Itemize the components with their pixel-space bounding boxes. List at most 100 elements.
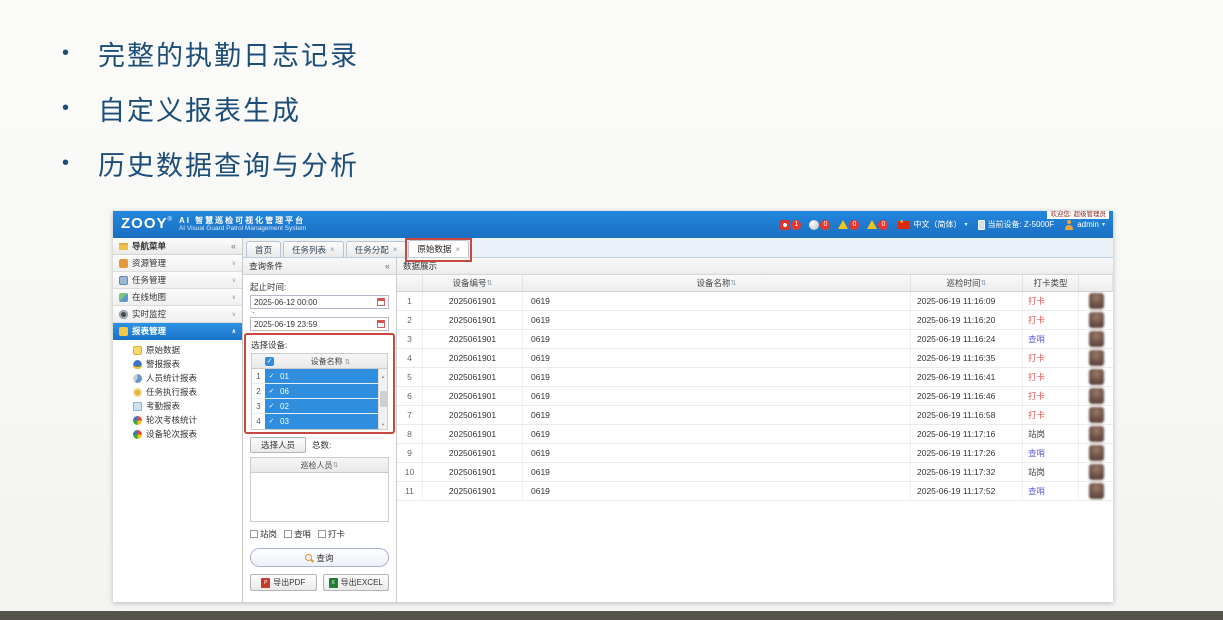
language-selector[interactable]: 中文（简体）: [898, 219, 967, 230]
close-tab-icon[interactable]: [393, 245, 398, 254]
photo-cell[interactable]: [1079, 349, 1113, 367]
device-name-column-header[interactable]: 设备名称: [523, 275, 911, 291]
checkbox-unchecked-icon[interactable]: [250, 530, 258, 538]
sidebar-item-icon: [119, 259, 128, 268]
tab[interactable]: 首页: [246, 241, 281, 257]
checkbox-unchecked-icon[interactable]: [284, 530, 292, 538]
patrol-time-column-header[interactable]: 巡检时间: [911, 275, 1023, 291]
table-row[interactable]: 11 2025061901 0619 2025-06-19 11:17:52 查…: [397, 482, 1113, 501]
checkbox-checked-icon[interactable]: [267, 417, 276, 426]
device-row-selected[interactable]: 06: [265, 384, 378, 398]
calendar-icon[interactable]: [377, 298, 385, 306]
photo-cell[interactable]: [1079, 292, 1113, 310]
export-row: 导出PDF 导出EXCEL: [250, 574, 389, 591]
device-row[interactable]: 1 01: [252, 369, 378, 384]
query-button[interactable]: 查询: [250, 548, 389, 567]
sidebar-item[interactable]: 实时监控: [113, 306, 242, 323]
type-checkbox[interactable]: 站岗: [250, 528, 277, 540]
photo-cell[interactable]: [1079, 463, 1113, 481]
table-row[interactable]: 7 2025061901 0619 2025-06-19 11:16:58 打卡: [397, 406, 1113, 425]
table-row[interactable]: 3 2025061901 0619 2025-06-19 11:16:24 查哨: [397, 330, 1113, 349]
photo-cell[interactable]: [1079, 425, 1113, 443]
type-checkbox[interactable]: 打卡: [318, 528, 345, 540]
export-pdf-button[interactable]: 导出PDF: [250, 574, 317, 591]
checkbox-unchecked-icon[interactable]: [318, 530, 326, 538]
select-all-checkbox-icon[interactable]: [265, 357, 274, 366]
notification-badge[interactable]: 0: [838, 220, 859, 230]
sidebar-item[interactable]: 任务管理: [113, 272, 242, 289]
submenu-item[interactable]: 人员统计报表: [113, 371, 242, 385]
scrollbar-thumb[interactable]: [380, 391, 387, 407]
device-row[interactable]: 2 06: [252, 384, 378, 399]
avatar: [1089, 483, 1104, 499]
photo-cell[interactable]: [1079, 311, 1113, 329]
row-number: 2: [397, 311, 423, 329]
table-row[interactable]: 5 2025061901 0619 2025-06-19 11:16:41 打卡: [397, 368, 1113, 387]
start-time-input[interactable]: 2025-06-12 00:00: [250, 295, 389, 309]
type-checkbox-label: 打卡: [328, 528, 345, 540]
notification-badge[interactable]: 0: [867, 220, 888, 230]
submenu-item-label: 设备轮次报表: [146, 428, 197, 440]
calendar-icon[interactable]: [377, 320, 385, 328]
table-row[interactable]: 1 2025061901 0619 2025-06-19 11:16:09 打卡: [397, 292, 1113, 311]
photo-cell[interactable]: [1079, 482, 1113, 500]
user-menu[interactable]: admin: [1064, 220, 1105, 230]
submenu-item[interactable]: 警报报表: [113, 357, 242, 371]
table-row[interactable]: 9 2025061901 0619 2025-06-19 11:17:26 查哨: [397, 444, 1113, 463]
tab[interactable]: 任务分配: [346, 241, 407, 257]
device-row-selected[interactable]: 02: [265, 399, 378, 413]
checkbox-checked-icon[interactable]: [267, 402, 276, 411]
sidebar-item[interactable]: 报表管理: [113, 323, 242, 340]
table-row[interactable]: 8 2025061901 0619 2025-06-19 11:17:16 站岗: [397, 425, 1113, 444]
device-row-selected[interactable]: 01: [265, 369, 378, 383]
photo-cell[interactable]: [1079, 368, 1113, 386]
table-row[interactable]: 2 2025061901 0619 2025-06-19 11:16:20 打卡: [397, 311, 1113, 330]
end-time-input[interactable]: 2025-06-19 23:59: [250, 317, 389, 331]
tab[interactable]: 原始数据: [408, 240, 469, 257]
notification-badge[interactable]: 0: [809, 220, 830, 230]
export-excel-button[interactable]: 导出EXCEL: [323, 574, 390, 591]
device-scrollbar[interactable]: [378, 369, 387, 429]
sidebar-submenu: 原始数据 警报报表 人员统计报表: [113, 340, 242, 441]
checkbox-checked-icon[interactable]: [267, 372, 276, 381]
photo-cell[interactable]: [1079, 406, 1113, 424]
collapse-panel-icon[interactable]: [385, 261, 390, 271]
collapse-sidebar-icon[interactable]: [231, 241, 236, 251]
photo-cell[interactable]: [1079, 330, 1113, 348]
device-row-selected[interactable]: 03: [265, 414, 378, 429]
photo-cell[interactable]: [1079, 387, 1113, 405]
current-device[interactable]: 当前设备: Z-5000F: [978, 219, 1055, 230]
notification-badge[interactable]: 1: [780, 220, 801, 230]
device-no-cell: 2025061901: [423, 463, 523, 481]
submenu-item[interactable]: 任务执行报表: [113, 385, 242, 399]
device-row[interactable]: 3 02: [252, 399, 378, 414]
table-row[interactable]: 4 2025061901 0619 2025-06-19 11:16:35 打卡: [397, 349, 1113, 368]
table-row[interactable]: 10 2025061901 0619 2025-06-19 11:17:32 站…: [397, 463, 1113, 482]
scroll-down-icon[interactable]: [381, 418, 385, 428]
clock-type-cell: 打卡: [1023, 406, 1079, 424]
close-tab-icon[interactable]: [330, 245, 335, 254]
device-name-column-header[interactable]: 设备名称: [274, 356, 387, 367]
photo-cell[interactable]: [1079, 444, 1113, 462]
sidebar-item[interactable]: 在线地图: [113, 289, 242, 306]
submenu-item[interactable]: 设备轮次报表: [113, 427, 242, 441]
submenu-item[interactable]: 轮次考核统计: [113, 413, 242, 427]
person-table-header[interactable]: 巡检人员: [251, 458, 388, 473]
checkbox-checked-icon[interactable]: [267, 387, 276, 396]
submenu-item[interactable]: 原始数据: [113, 343, 242, 357]
query-panel: 查询条件 起止时间: 2025-06-12 00:00 - 2025-06: [243, 258, 397, 602]
close-tab-icon[interactable]: [455, 245, 460, 254]
clock-type-column-header[interactable]: 打卡类型: [1023, 275, 1079, 291]
tab[interactable]: 任务列表: [283, 241, 344, 257]
sidebar-item[interactable]: 资源管理: [113, 255, 242, 272]
data-panel-title-label: 数据展示: [403, 260, 437, 272]
device-row[interactable]: 4 03: [252, 414, 378, 429]
submenu-item[interactable]: 考勤报表: [113, 399, 242, 413]
device-no-column-header[interactable]: 设备编号: [423, 275, 523, 291]
current-device-label: 当前设备: Z-5000F: [988, 219, 1055, 230]
pdf-icon: [261, 578, 270, 588]
scroll-up-icon[interactable]: [381, 370, 385, 380]
table-row[interactable]: 6 2025061901 0619 2025-06-19 11:16:46 打卡: [397, 387, 1113, 406]
select-person-button[interactable]: 选择人员: [250, 437, 306, 453]
type-checkbox[interactable]: 查哨: [284, 528, 311, 540]
